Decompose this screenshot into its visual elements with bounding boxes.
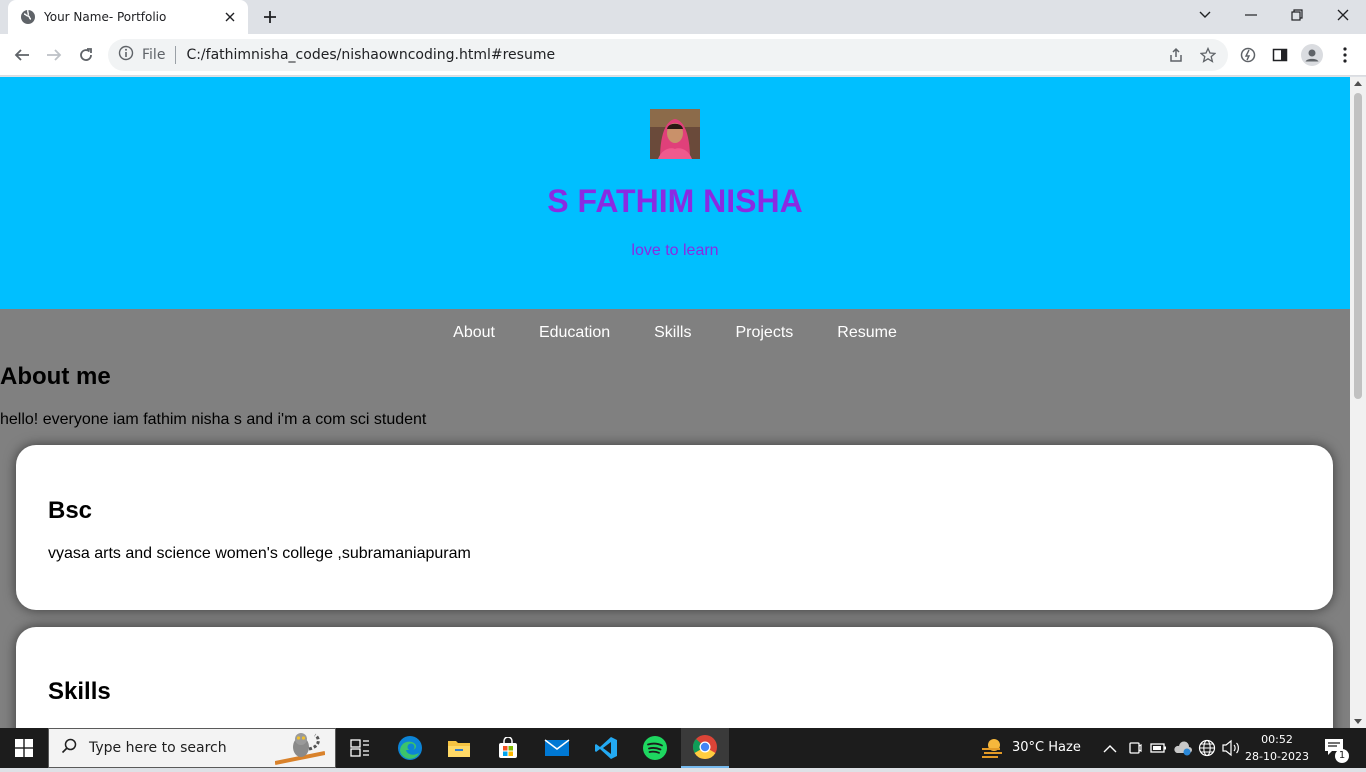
chrome-icon[interactable] xyxy=(681,728,729,768)
close-tab-icon[interactable] xyxy=(222,9,238,25)
about-heading: About me xyxy=(0,363,111,390)
skills-card: Skills xyxy=(16,627,1333,728)
windows-taskbar: Type here to search 30°C Haze 00:52 28-1… xyxy=(0,728,1366,768)
profile-avatar-icon[interactable] xyxy=(1300,43,1324,67)
clock-date: 28-10-2023 xyxy=(1245,750,1309,763)
education-text: vyasa arts and science women's college ,… xyxy=(48,545,471,562)
close-window-icon[interactable] xyxy=(1320,0,1366,30)
new-tab-button[interactable] xyxy=(258,5,282,29)
onedrive-icon[interactable] xyxy=(1173,740,1193,761)
volume-icon[interactable] xyxy=(1221,739,1241,762)
education-card: Bsc vyasa arts and science women's colle… xyxy=(16,445,1333,610)
taskbar-search-box[interactable]: Type here to search xyxy=(48,728,336,768)
page-header: S FATHIM NISHA love to learn xyxy=(0,77,1350,309)
scroll-up-arrow[interactable] xyxy=(1354,81,1362,86)
education-heading: Bsc xyxy=(48,497,93,524)
battery-icon[interactable] xyxy=(1150,740,1168,761)
minimize-icon[interactable] xyxy=(1228,0,1274,30)
about-section: About me hello! everyone iam fathim nish… xyxy=(0,363,1350,429)
reload-icon[interactable] xyxy=(72,41,100,69)
weather-haze-icon[interactable] xyxy=(980,737,1004,764)
kebab-menu-icon[interactable] xyxy=(1333,43,1357,67)
file-explorer-icon[interactable] xyxy=(435,728,483,768)
mail-icon[interactable] xyxy=(533,728,581,768)
main-nav: About Education Skills Projects Resume xyxy=(0,309,1350,357)
task-view-icon[interactable] xyxy=(336,728,384,768)
site-name: S FATHIM NISHA xyxy=(547,183,803,219)
address-divider xyxy=(175,46,177,64)
vscode-icon[interactable] xyxy=(582,728,630,768)
search-placeholder: Type here to search xyxy=(89,740,227,756)
profile-photo xyxy=(650,109,700,159)
search-icon xyxy=(61,738,77,759)
tab-search-icon[interactable] xyxy=(1182,0,1228,30)
back-icon[interactable] xyxy=(8,41,36,69)
weather-text[interactable]: 30°C Haze xyxy=(1012,740,1081,755)
tagline: love to learn xyxy=(631,242,719,259)
address-scheme-label: File xyxy=(142,47,166,63)
search-highlight-lemur-icon xyxy=(274,731,326,772)
forward-icon[interactable] xyxy=(40,41,68,69)
meet-now-icon[interactable] xyxy=(1128,740,1142,761)
chevron-up-icon[interactable] xyxy=(1103,741,1117,759)
extension-icon[interactable] xyxy=(1236,43,1260,67)
page-scrollbar[interactable] xyxy=(1350,77,1366,728)
browser-toolbar: File C:/fathimnisha_codes/nishaowncoding… xyxy=(0,34,1366,76)
microsoft-store-icon[interactable] xyxy=(484,728,532,768)
nav-link-resume[interactable]: Resume xyxy=(837,324,897,342)
bookmark-star-icon[interactable] xyxy=(1196,43,1220,67)
address-bar[interactable]: File C:/fathimnisha_codes/nishaowncoding… xyxy=(108,39,1228,71)
info-icon[interactable] xyxy=(118,45,134,66)
network-globe-icon[interactable] xyxy=(1198,739,1216,762)
page-viewport: S FATHIM NISHA love to learn About Educa… xyxy=(0,77,1350,728)
globe-icon xyxy=(20,9,36,25)
nav-link-education[interactable]: Education xyxy=(539,324,610,342)
taskbar-clock[interactable]: 00:52 28-10-2023 xyxy=(1244,731,1310,765)
browser-tab[interactable]: Your Name- Portfolio xyxy=(8,0,248,34)
tab-title: Your Name- Portfolio xyxy=(44,10,167,24)
scroll-down-arrow[interactable] xyxy=(1354,719,1362,724)
about-text: hello! everyone iam fathim nisha s and i… xyxy=(0,411,427,428)
scrollbar-thumb[interactable] xyxy=(1354,93,1362,399)
tab-strip: Your Name- Portfolio xyxy=(0,0,1366,34)
nav-link-projects[interactable]: Projects xyxy=(735,324,793,342)
clock-time: 00:52 xyxy=(1261,733,1293,746)
nav-link-skills[interactable]: Skills xyxy=(654,324,691,342)
skills-heading: Skills xyxy=(48,678,111,705)
notification-badge: 1 xyxy=(1335,749,1349,763)
nav-link-about[interactable]: About xyxy=(453,324,495,342)
url-text[interactable]: C:/fathimnisha_codes/nishaowncoding.html… xyxy=(186,47,555,63)
spotify-icon[interactable] xyxy=(631,728,679,768)
restore-icon[interactable] xyxy=(1274,0,1320,30)
side-panel-icon[interactable] xyxy=(1268,43,1292,67)
share-icon[interactable] xyxy=(1164,43,1188,67)
windows-start-icon[interactable] xyxy=(0,728,48,768)
edge-browser-icon[interactable] xyxy=(386,728,434,768)
